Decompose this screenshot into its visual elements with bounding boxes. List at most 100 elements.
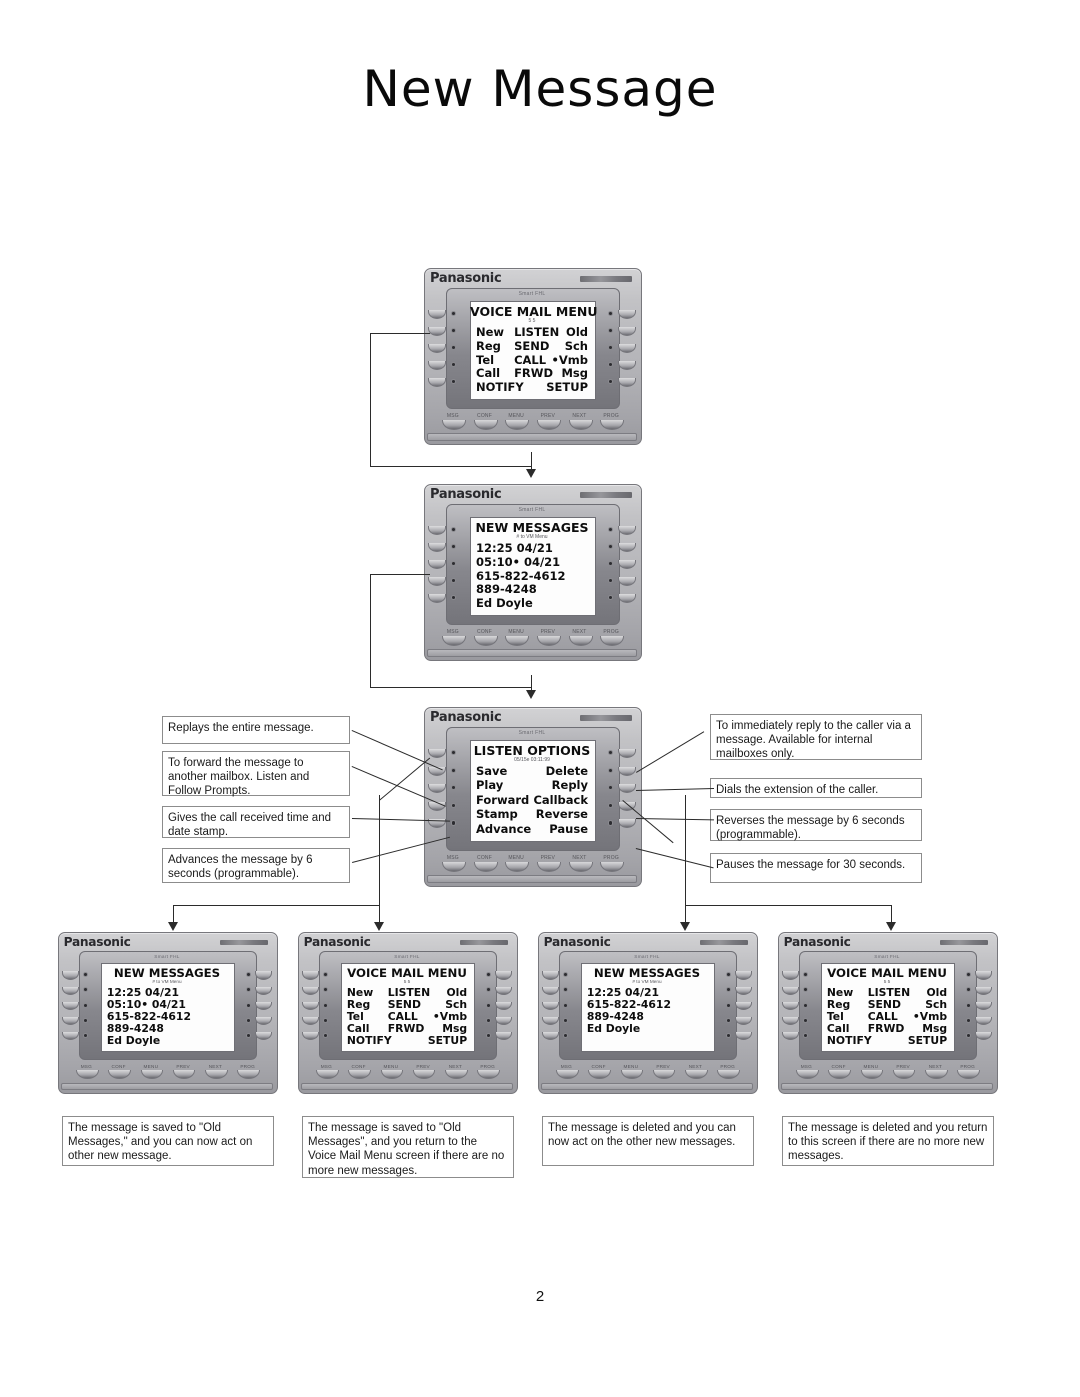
phone-base [427,433,637,441]
indicator-left-3 [564,1003,568,1007]
indicator-right-5 [246,1033,250,1037]
lcd-subtitle: # to VM Menu [632,979,662,984]
lcd-row: Reg SEND Sch [347,997,468,1011]
lcd-subtitle: 05/15e 03:11:99 [514,757,550,763]
phone-base [780,1082,994,1091]
lcd-cell: NOTIFY [826,1033,872,1047]
bottom-button-label-conf: CONF [591,1063,606,1069]
lcd-row: 12:25 04/21 [107,986,227,999]
bottom-button-label-prog: PROG [603,413,619,419]
lcd-row: New LISTEN Old [347,986,467,999]
lcd-row: 615-822-4612 [586,997,707,1011]
callout-left-forward: To forward the message to another mailbo… [162,751,350,797]
lcd-cell: New [826,985,854,999]
indicator-right-4 [246,1018,250,1022]
bottom-button-label-next: NEXT [928,1063,943,1069]
indicator-left-3 [84,1003,88,1007]
lcd-row: 889-4248 [476,582,588,596]
lcd-cell: Sch [445,997,468,1011]
indicator-right-4 [966,1018,970,1022]
callout-right-reply: To immediately reply to the caller via a… [710,714,922,760]
lcd-row: Tel CALL •Vmb [476,353,588,367]
bottom-button-label-conf: CONF [477,629,492,635]
branch-right-h [685,905,892,906]
lcd-row: Play Reply [476,778,588,792]
lcd-cell: Old [926,985,948,999]
lcd-row: Ed Doyle [587,1022,707,1035]
indicator-right-5 [726,1033,730,1037]
callout-left-stamp: Gives the call received time and date st… [162,806,350,838]
connector-1-h2 [370,466,531,467]
connector-1-v [370,333,371,466]
caption-bottom-1: The message is saved to "Old Messages," … [62,1116,274,1166]
lcd-cell: LISTEN [514,325,560,339]
bottom-button-label-prog: PROG [480,1063,495,1069]
bottom-button-label-conf: CONF [831,1063,846,1069]
lcd-row: Ed Doyle [476,596,588,610]
panasonic-logo: Panasonic [430,710,502,725]
lcd-row: Ed Doyle [107,1034,227,1047]
lcd-cell: Reverse [535,807,588,822]
branch-left-h [173,905,380,906]
phone-bottom-new-messages-2: Panasonic Smart FHL NEW MESSAGES # to VM Me… [538,932,758,1094]
phone-bottom-new-messages-1: Panasonic Smart FHL NEW MESSAGES # to VM Me… [58,932,278,1094]
lcd-cell: Stamp [476,807,518,822]
panasonic-logo: Panasonic [63,934,131,949]
model-badge [580,276,632,282]
lcd-cell: SETUP [546,380,588,395]
bottom-button-label-next: NEXT [572,629,587,635]
panasonic-logo: Panasonic [430,271,502,286]
model-strip-label: Smart FHL [518,507,546,513]
lcd-subtitle: 5 5 [528,318,536,324]
callout-right-reverse: Reverses the message by 6 seconds (progr… [710,809,922,841]
lcd-title: NEW MESSAGES [475,520,589,535]
bottom-button-label-menu: MENU [508,855,524,861]
lcd-cell: Tel [476,352,495,367]
lcd-cell: 615-822-4612 [586,997,671,1011]
lcd-cell: 12:25 04/21 [476,541,553,555]
connector-1-arrow [526,469,536,478]
lcd-row: 889-4248 [106,1021,227,1035]
bottom-button-label-prog: PROG [603,629,619,635]
lcd-cell: Old [566,325,588,339]
model-badge [939,939,989,946]
lcd-row: Tel CALL •Vmb [827,1010,947,1023]
lcd-row: 05:10• 04/21 [476,555,588,569]
callout-right-callback: Dials the extension of the caller. [710,778,922,798]
lcd-row: Call FRWD Msg [476,366,588,380]
bottom-button-label-conf: CONF [111,1063,126,1069]
lcd-cell: 889-4248 [106,1021,164,1035]
lcd-cell: Advance [476,821,532,836]
lcd-row: Stamp Reverse [476,807,588,821]
bottom-button-label-conf: CONF [351,1063,366,1069]
lcd-cell: 05:10• 04/21 [106,997,186,1011]
page-title: New Message [362,60,718,118]
lcd-row: New LISTEN Old [826,985,948,999]
lcd-row: Call FRWD Msg [347,1022,467,1035]
indicator-right-4 [486,1018,490,1022]
lcd-title: NEW MESSAGES [593,965,701,980]
bottom-button-label-next: NEXT [688,1063,703,1069]
lcd-cell: 05:10• 04/21 [476,554,561,569]
lcd-cell: SETUP [427,1033,468,1047]
lcd-row: NOTIFY SETUP [826,1033,947,1047]
lcd-title: VOICE MAIL MENU [347,965,467,980]
leader-right-reply [636,731,705,773]
branch-left-v-src [379,795,380,905]
bottom-button-label-conf: CONF [477,855,492,861]
lcd-cell: Pause [549,821,588,836]
lcd-cell: NOTIFY [346,1033,392,1047]
lcd-row: Save Delete [476,764,588,778]
bottom-button-label-prog: PROG [240,1063,255,1069]
bottom-button-label-next: NEXT [208,1063,223,1069]
lcd-cell: Sch [925,997,948,1011]
lcd-row: Advance Pause [476,822,588,836]
lcd-cell: Delete [545,764,588,778]
indicator-right-5 [609,821,613,825]
phone-base [300,1082,514,1091]
lcd-cell: SEND [387,997,421,1011]
lcd-subtitle: 5 5 [883,979,891,984]
phone-bottom-voice-mail-menu-1: Panasonic Smart FHL VOICE MAIL MENU 5 5 New L… [298,932,518,1094]
model-strip-label: Smart FHL [518,730,546,736]
phone-base [540,1082,754,1091]
